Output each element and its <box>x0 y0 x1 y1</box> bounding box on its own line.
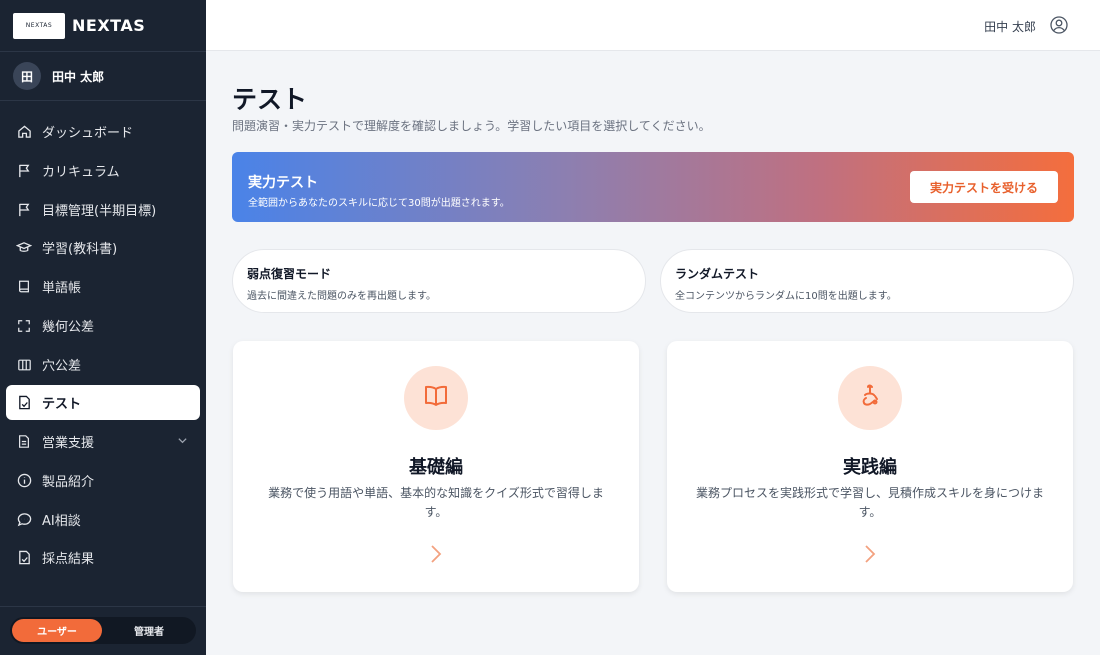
flag-icon <box>16 202 32 218</box>
sidebar-user[interactable]: 田 田中 太郎 <box>0 52 206 101</box>
banner-title: 実力テスト <box>248 175 318 191</box>
practical-course-card[interactable]: 実践編 業務プロセスを実践形式で学習し、見積作成スキルを身につけます。 <box>667 341 1073 592</box>
main-content: テスト 問題演習・実力テストで理解度を確認しましょう。学習したい項目を選択してく… <box>206 51 1100 655</box>
course-icon-badge <box>404 366 468 430</box>
role-admin-button[interactable]: 管理者 <box>104 619 194 642</box>
practice-icon <box>856 382 884 414</box>
sidebar-item-sales-support[interactable]: 営業支援 <box>6 424 200 459</box>
user-circle-icon[interactable] <box>1050 16 1068 34</box>
chevron-right-icon[interactable] <box>864 544 876 564</box>
skill-test-banner: 実力テスト 全範囲からあなたのスキルに応じて30問が出題されます。 実力テストを… <box>232 152 1074 222</box>
weakness-review-mode-card[interactable]: 弱点復習モード 過去に間違えた問題のみを再出題します。 <box>232 249 646 313</box>
chevron-down-icon[interactable] <box>177 435 188 450</box>
chat-icon <box>16 512 32 528</box>
book-icon <box>16 279 32 295</box>
brand-logo: NEXTAS <box>13 12 65 39</box>
brand-logo-text: NEXTAS <box>25 22 53 29</box>
home-icon <box>16 124 32 140</box>
result-icon <box>16 550 32 566</box>
document-icon <box>16 434 32 450</box>
page-title: テスト <box>232 85 308 114</box>
course-title: 実践編 <box>843 457 897 478</box>
header-user-name[interactable]: 田中 太郎 <box>984 18 1036 35</box>
banner-description: 全範囲からあなたのスキルに応じて30問が出題されます。 <box>248 198 510 209</box>
top-header: 田中 太郎 <box>206 0 1100 51</box>
open-book-icon <box>421 381 451 415</box>
sidebar-divider <box>0 606 206 607</box>
sidebar-item-study[interactable]: 学習(教科書) <box>6 230 200 265</box>
avatar: 田 <box>13 62 41 90</box>
course-title: 基礎編 <box>409 457 463 478</box>
role-user-button[interactable]: ユーザー <box>12 619 102 642</box>
course-icon-badge <box>838 366 902 430</box>
mode-title: ランダムテスト <box>675 267 760 281</box>
basic-course-card[interactable]: 基礎編 業務で使う用語や単語、基本的な知識をクイズ形式で習得します。 <box>233 341 639 592</box>
sidebar-item-geometric-tolerance[interactable]: 幾何公差 <box>6 308 200 343</box>
sidebar-item-vocabulary[interactable]: 単語帳 <box>6 269 200 304</box>
take-skill-test-button[interactable]: 実力テストを受ける <box>910 171 1058 203</box>
expand-icon <box>16 318 32 334</box>
info-icon <box>16 473 32 489</box>
brand-name: NEXTAS <box>72 16 146 35</box>
brand[interactable]: NEXTAS NEXTAS <box>0 0 206 52</box>
sidebar: NEXTAS NEXTAS 田 田中 太郎 ダッシュボード カリキュラム 目標管… <box>0 0 206 655</box>
graduation-cap-icon <box>16 240 32 256</box>
random-test-mode-card[interactable]: ランダムテスト 全コンテンツからランダムに10問を出題します。 <box>660 249 1074 313</box>
sidebar-item-results[interactable]: 採点結果 <box>6 540 200 575</box>
role-toggle: ユーザー 管理者 <box>10 617 196 644</box>
columns-icon <box>16 357 32 373</box>
sidebar-item-hole-tolerance[interactable]: 穴公差 <box>6 347 200 382</box>
mode-title: 弱点復習モード <box>247 267 332 281</box>
course-description: 業務プロセスを実践形式で学習し、見積作成スキルを身につけます。 <box>695 486 1044 519</box>
course-description: 業務で使う用語や単語、基本的な知識をクイズ形式で習得します。 <box>268 486 604 519</box>
sidebar-user-name: 田中 太郎 <box>52 69 105 84</box>
sidebar-item-test[interactable]: テスト <box>6 385 200 420</box>
chevron-right-icon[interactable] <box>430 544 442 564</box>
sidebar-item-curriculum[interactable]: カリキュラム <box>6 153 200 188</box>
sidebar-item-products[interactable]: 製品紹介 <box>6 463 200 498</box>
mode-description: 過去に間違えた問題のみを再出題します。 <box>247 291 436 302</box>
sidebar-item-goals[interactable]: 目標管理(半期目標) <box>6 192 200 227</box>
sidebar-item-ai-consult[interactable]: AI相談 <box>6 502 200 537</box>
sidebar-item-dashboard[interactable]: ダッシュボード <box>6 114 200 149</box>
test-icon <box>16 395 32 411</box>
mode-description: 全コンテンツからランダムに10問を出題します。 <box>675 291 897 302</box>
flag-icon <box>16 163 32 179</box>
page-description: 問題演習・実力テストで理解度を確認しましょう。学習したい項目を選択してください。 <box>232 119 711 133</box>
